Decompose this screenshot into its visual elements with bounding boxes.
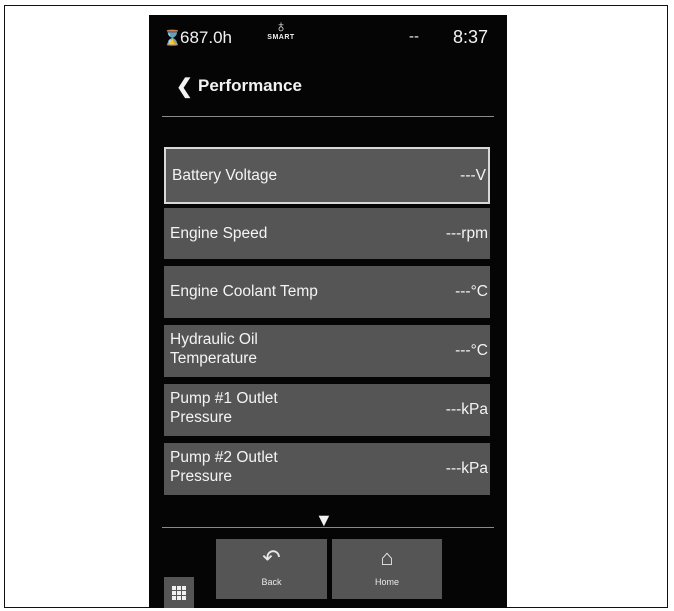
smart-engine-indicator: ♁ SMART: [261, 18, 301, 41]
list-item-engine-speed[interactable]: Engine Speed ---rpm: [164, 208, 490, 259]
grid-icon: [172, 586, 186, 600]
list-item-value: ---°C: [455, 283, 488, 300]
home-button[interactable]: ⌂ Home: [332, 539, 442, 599]
divider: [162, 116, 494, 117]
back-button-label: Back: [261, 577, 282, 587]
clock: 8:37: [453, 27, 489, 47]
list-item-pump-1-outlet-pressure[interactable]: Pump #1 Outlet Pressure ---kPa: [164, 384, 490, 436]
list-item-hydraulic-oil-temperature[interactable]: Hydraulic Oil Temperature ---°C: [164, 325, 490, 377]
chevron-left-icon[interactable]: ❮: [176, 74, 193, 99]
list-item-label: Pump #2 Outlet Pressure: [170, 449, 278, 485]
home-button-label: Home: [374, 577, 399, 587]
list-item-label: Hydraulic Oil Temperature: [170, 331, 258, 367]
list-item-battery-voltage[interactable]: Battery Voltage ---V: [164, 147, 490, 204]
status-bar: ⌛ 687.0h ♁ SMART -- 8:37: [149, 15, 507, 55]
back-button[interactable]: ↶ Back: [216, 539, 327, 599]
hourglass-icon: ⌛: [163, 30, 182, 47]
list-item-value: ---rpm: [445, 225, 488, 242]
home-icon: ⌂: [380, 545, 394, 570]
display-screen: ⌛ 687.0h ♁ SMART -- 8:37 ❮ Performance B…: [149, 15, 507, 608]
list-item-value: ---kPa: [445, 460, 488, 477]
list-item-value: ---V: [460, 167, 486, 184]
list-item-label: Engine Speed: [170, 225, 268, 242]
smart-label: SMART: [267, 34, 295, 41]
divider: [162, 527, 494, 528]
engine-hours: 687.0h: [180, 28, 232, 47]
page-title: Performance: [198, 76, 302, 95]
list-item-label: Engine Coolant Temp: [170, 283, 318, 300]
list-item-value: ---°C: [455, 342, 488, 359]
list-item-label: Pump #1 Outlet Pressure: [170, 390, 278, 426]
list-item-engine-coolant-temp[interactable]: Engine Coolant Temp ---°C: [164, 266, 490, 318]
list-item-value: ---kPa: [445, 401, 488, 418]
undo-arrow-icon: ↶: [262, 545, 281, 570]
status-indicator: --: [409, 28, 419, 45]
list-item-pump-2-outlet-pressure[interactable]: Pump #2 Outlet Pressure ---kPa: [164, 443, 490, 495]
engine-icon: ♁: [274, 17, 288, 36]
apps-menu-button[interactable]: [164, 577, 194, 608]
list-item-label: Battery Voltage: [172, 167, 278, 184]
